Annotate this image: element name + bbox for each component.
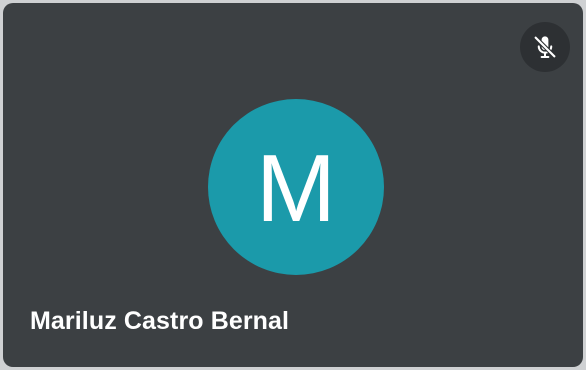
avatar: M bbox=[208, 99, 384, 275]
mic-status-badge bbox=[520, 22, 570, 72]
avatar-initial: M bbox=[256, 135, 336, 242]
participant-name: Mariluz Castro Bernal bbox=[30, 307, 290, 335]
mic-off-icon bbox=[533, 35, 557, 59]
participant-tile[interactable]: M Mariluz Castro Bernal bbox=[3, 3, 583, 367]
